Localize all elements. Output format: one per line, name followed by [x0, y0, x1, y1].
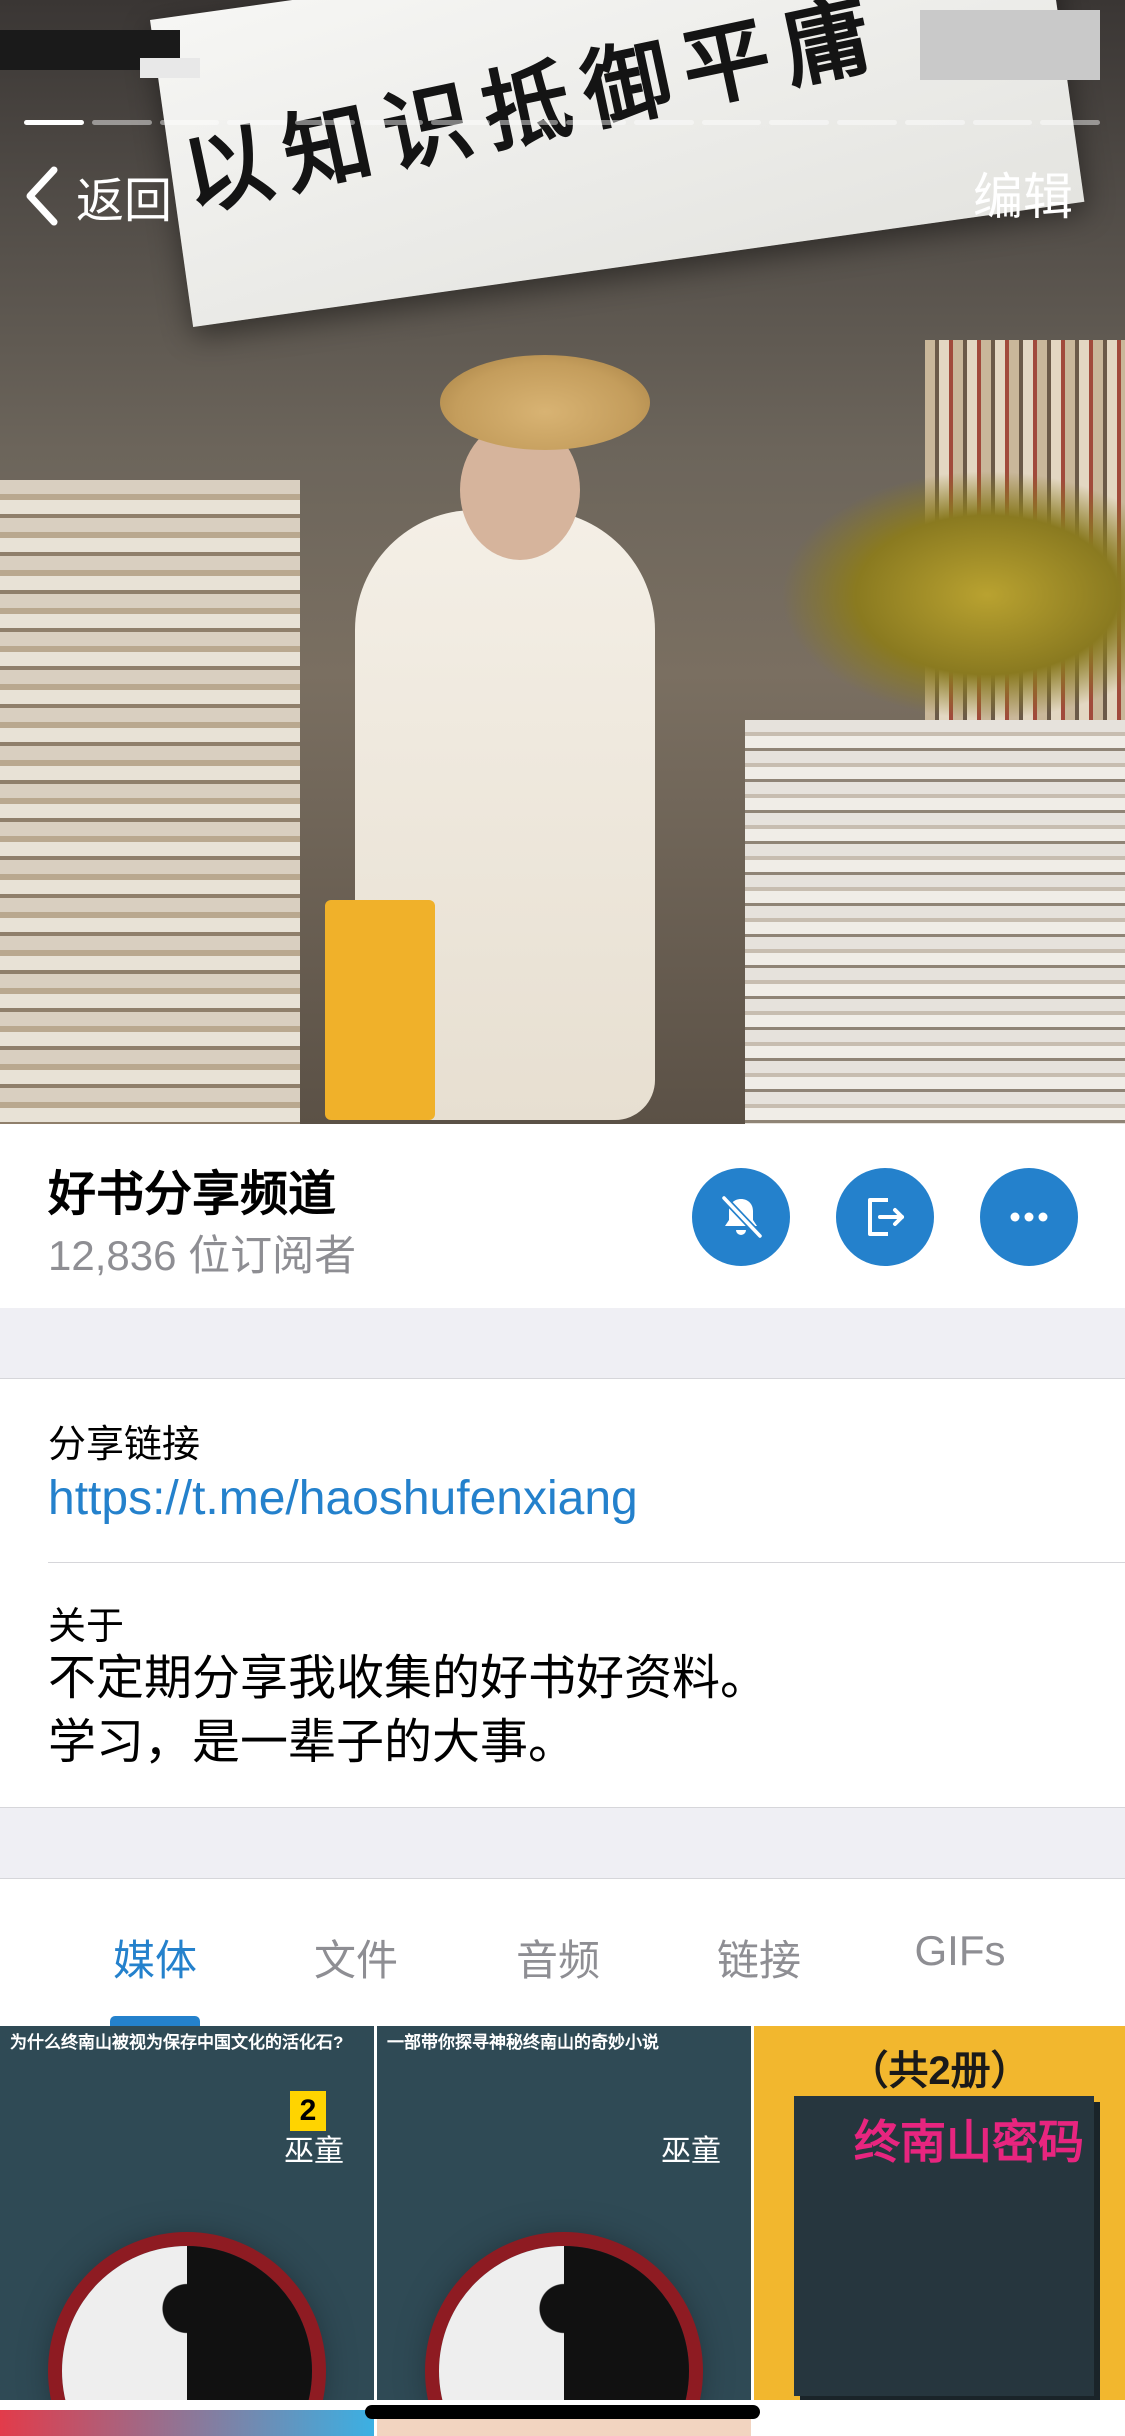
edit-button[interactable]: 编辑 — [973, 165, 1073, 229]
channel-title: 好书分享频道 — [48, 1168, 337, 1221]
channel-header: 好书分享频道 12,836 位订阅者 — [0, 1124, 1125, 1308]
divider — [48, 1562, 1125, 1563]
media-thumbnail-partial[interactable] — [754, 2410, 1125, 2436]
volume-badge: 2 — [290, 2091, 326, 2131]
more-button[interactable] — [980, 1168, 1078, 1266]
media-thumbnail[interactable]: 为什么终南山被视为保存中国文化的活化石? 2 巫童 — [0, 2026, 374, 2400]
book-cover-blurb: 一部带你探寻神秘终南山的奇妙小说 — [387, 2033, 659, 2052]
yin-yang-icon — [62, 2246, 312, 2400]
tab-links[interactable]: 链接 — [659, 1927, 859, 1988]
share-link-label: 分享链接 — [48, 1424, 201, 1466]
book-set-label: （共2册） — [848, 2049, 1031, 2093]
yin-yang-icon — [439, 2246, 689, 2400]
tab-media[interactable]: 媒体 — [55, 1927, 255, 1988]
book-title: 终南山密码 — [854, 2115, 1084, 2169]
share-link[interactable]: https://t.me/haoshufenxiang — [48, 1471, 638, 1526]
mute-icon — [721, 1195, 763, 1239]
cover-person-hat — [440, 355, 650, 450]
channel-info-screen: 以知识抵御平庸 返回 编辑 好书分享频道 12,836 位订阅者 分享链接 ht… — [0, 0, 1125, 2436]
subscriber-count: 12,836 位订阅者 — [48, 1232, 357, 1279]
media-grid: 为什么终南山被视为保存中国文化的活化石? 2 巫童 一部带你探寻神秘终南山的奇妙… — [0, 2026, 1125, 2436]
cover-plant — [780, 470, 1125, 720]
status-bar-blur — [140, 58, 200, 78]
cover-shopping-bag — [325, 900, 435, 1120]
leave-icon — [868, 1198, 904, 1236]
mute-button[interactable] — [692, 1168, 790, 1266]
home-indicator[interactable] — [365, 2405, 760, 2419]
book-author: 巫童 — [284, 2134, 344, 2169]
media-tabs: 媒体 文件 音频 链接 GIFs — [0, 1878, 1125, 2026]
channel-cover-photo[interactable]: 以知识抵御平庸 返回 编辑 — [0, 0, 1125, 1124]
about-text: 不定期分享我收集的好书好资料。 学习，是一辈子的大事。 — [48, 1652, 769, 1769]
book-cover-blurb: 为什么终南山被视为保存中国文化的活化石? — [10, 2033, 344, 2052]
leave-button[interactable] — [836, 1168, 934, 1266]
progress-bars — [24, 120, 1100, 125]
tab-audio[interactable]: 音频 — [458, 1927, 658, 1988]
status-bar-blur — [920, 10, 1100, 80]
channel-info-section: 分享链接 https://t.me/haoshufenxiang 关于 不定期分… — [0, 1378, 1125, 1808]
tab-indicator — [110, 2016, 200, 2026]
media-thumbnail-partial[interactable] — [0, 2410, 374, 2436]
media-thumbnail[interactable]: 一部带你探寻神秘终南山的奇妙小说 巫童 — [377, 2026, 751, 2400]
more-icon — [1010, 1212, 1048, 1222]
back-label: 返回 — [76, 175, 173, 228]
about-label: 关于 — [48, 1606, 125, 1648]
media-thumbnail[interactable]: （共2册） 终南山密码 — [754, 2026, 1125, 2400]
tab-files[interactable]: 文件 — [256, 1927, 456, 1988]
cover-bookstack-left — [0, 480, 300, 1124]
book-author: 巫童 — [661, 2134, 721, 2169]
back-button[interactable]: 返回 — [22, 160, 172, 232]
tab-gifs[interactable]: GIFs — [860, 1927, 1060, 1975]
chevron-left-icon — [26, 166, 58, 226]
cover-bookstack-right — [745, 720, 1125, 1124]
